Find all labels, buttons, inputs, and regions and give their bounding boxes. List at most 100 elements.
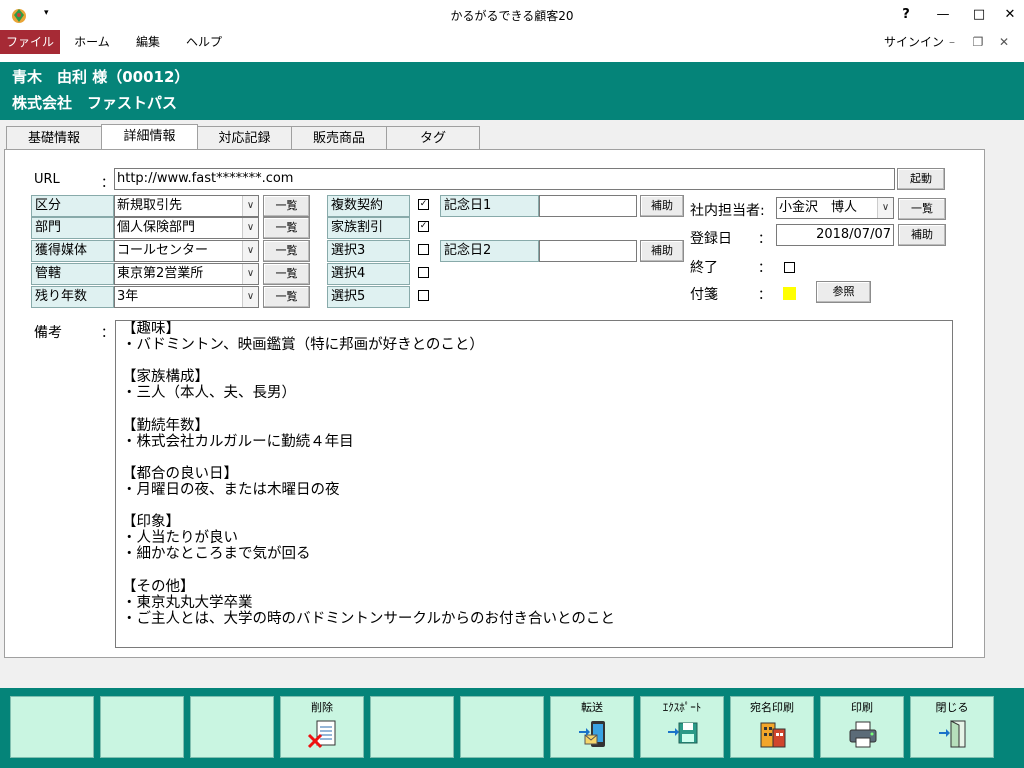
footer-blank-button-3[interactable] — [190, 696, 274, 758]
ribbon-restore-button[interactable]: ❐ — [970, 30, 986, 54]
jurisdiction-list-button[interactable]: 一覧 — [263, 263, 310, 285]
registered-date-label: 登録日 — [690, 231, 732, 247]
address-print-icon — [757, 717, 789, 751]
export-button-label: ｴｸｽﾎﾟｰﾄ — [662, 701, 702, 714]
chevron-down-icon[interactable]: ∨ — [242, 196, 258, 216]
department-list-button[interactable]: 一覧 — [263, 217, 310, 239]
chevron-down-icon[interactable]: ∨ — [242, 287, 258, 307]
url-label: URL — [34, 172, 60, 187]
field-label-channel: 獲得媒体 — [31, 240, 114, 262]
jurisdiction-select[interactable]: 東京第2営業所 ∨ — [114, 263, 259, 285]
help-button[interactable]: ? — [896, 5, 916, 25]
registered-date-helper-button[interactable]: 補助 — [898, 224, 946, 246]
transfer-icon — [577, 717, 609, 751]
chevron-down-icon[interactable]: ∨ — [242, 218, 258, 238]
sticky-color-swatch[interactable] — [783, 287, 796, 300]
staff-value: 小金沢 博人 — [779, 200, 858, 215]
export-icon — [667, 717, 699, 751]
minimize-button[interactable]: — — [933, 5, 953, 25]
tab-tags[interactable]: タグ — [386, 126, 480, 150]
close-button[interactable]: ✕ — [1000, 5, 1020, 25]
option-label-multi-contract: 複数契約 — [327, 195, 410, 217]
staff-select[interactable]: 小金沢 博人 ∨ — [776, 197, 894, 219]
app-title: かるがるできる顧客20 — [450, 9, 574, 23]
signin-link[interactable]: サインイン — [884, 30, 944, 54]
anniversary2-helper-button[interactable]: 補助 — [640, 240, 684, 262]
close-form-button[interactable]: 閉じる — [910, 696, 994, 758]
select3-checkbox[interactable] — [418, 244, 429, 255]
exit-icon — [937, 717, 969, 751]
category-list-button[interactable]: 一覧 — [263, 195, 310, 217]
category-value: 新規取引先 — [117, 198, 183, 213]
remaining-years-select[interactable]: 3年 ∨ — [114, 286, 259, 308]
footer-blank-button-5[interactable] — [370, 696, 454, 758]
anniversary1-label: 記念日1 — [440, 195, 539, 217]
registered-date-colon: ： — [758, 232, 772, 247]
anniversary1-helper-button[interactable]: 補助 — [640, 195, 684, 217]
finished-label: 終了 — [690, 260, 718, 276]
chevron-down-icon[interactable]: ∨ — [242, 241, 258, 261]
maximize-button[interactable]: □ — [969, 5, 989, 25]
footer-blank-button-6[interactable] — [460, 696, 544, 758]
transfer-button[interactable]: 転送 — [550, 696, 634, 758]
delete-button[interactable]: 削除 — [280, 696, 364, 758]
close-form-button-label: 閉じる — [935, 701, 969, 714]
address-print-button[interactable]: 宛名印刷 — [730, 696, 814, 758]
staff-label: 社内担当者: — [690, 203, 765, 219]
tab-records[interactable]: 対応記録 — [197, 126, 292, 150]
launch-button[interactable]: 起動 — [897, 168, 945, 190]
menu-home[interactable]: ホーム — [68, 30, 116, 54]
remaining-years-value: 3年 — [117, 289, 139, 304]
print-button[interactable]: 印刷 — [820, 696, 904, 758]
department-select[interactable]: 個人保険部門 ∨ — [114, 217, 259, 239]
staff-list-button[interactable]: 一覧 — [898, 198, 946, 220]
address-print-button-label: 宛名印刷 — [750, 701, 794, 714]
category-select[interactable]: 新規取引先 ∨ — [114, 195, 259, 217]
select5-checkbox[interactable] — [418, 290, 429, 301]
menu-edit[interactable]: 編集 — [126, 30, 170, 54]
jurisdiction-value: 東京第2営業所 — [117, 266, 204, 281]
remaining-years-list-button[interactable]: 一覧 — [263, 286, 310, 308]
menu-file[interactable]: ファイル — [0, 30, 60, 54]
field-label-jurisdiction: 管轄 — [31, 263, 114, 285]
remarks-textarea[interactable]: 【趣味】 ・バドミントン、映画鑑賞（特に邦画が好きとのこと） 【家族構成】 ・三… — [115, 320, 953, 648]
ribbon-minimize-button[interactable]: – — [944, 30, 960, 54]
select4-checkbox[interactable] — [418, 267, 429, 278]
registered-date-input[interactable]: 2018/07/07 — [776, 224, 894, 246]
anniversary2-input[interactable] — [539, 240, 637, 262]
menu-help[interactable]: ヘルプ — [180, 30, 228, 54]
field-label-category: 区分 — [31, 195, 114, 217]
url-input[interactable]: http://www.fast*******.com — [114, 168, 895, 190]
footer-blank-button-1[interactable] — [10, 696, 94, 758]
anniversary1-input[interactable] — [539, 195, 637, 217]
sticky-colon: ： — [758, 288, 772, 303]
channel-select[interactable]: コールセンター ∨ — [114, 240, 259, 262]
tab-products[interactable]: 販売商品 — [291, 126, 387, 150]
finished-checkbox[interactable] — [784, 262, 795, 273]
delete-button-label: 削除 — [311, 701, 333, 714]
anniversary2-label: 記念日2 — [440, 240, 539, 262]
ribbon-close-button[interactable]: ✕ — [996, 30, 1012, 54]
option-label-select3: 選択3 — [327, 240, 410, 262]
print-button-label: 印刷 — [851, 701, 873, 714]
delete-icon — [307, 717, 339, 751]
family-discount-checkbox[interactable]: ✓ — [418, 221, 429, 232]
customer-name: 青木 由利 様（00012） — [12, 68, 190, 86]
multi-contract-checkbox[interactable]: ✓ — [418, 199, 429, 210]
printer-icon — [847, 717, 879, 751]
tab-basic[interactable]: 基礎情報 — [6, 126, 102, 150]
remarks-label: 備考 — [34, 325, 62, 341]
chevron-down-icon[interactable]: ∨ — [242, 264, 258, 284]
channel-list-button[interactable]: 一覧 — [263, 240, 310, 262]
footer-blank-button-2[interactable] — [100, 696, 184, 758]
chevron-down-icon[interactable]: ∨ — [877, 198, 893, 218]
tab-detail[interactable]: 詳細情報 — [101, 124, 198, 151]
field-label-department: 部門 — [31, 217, 114, 239]
option-label-select4: 選択4 — [327, 263, 410, 285]
customer-company: 株式会社 ファストパス — [12, 94, 178, 112]
export-button[interactable]: ｴｸｽﾎﾟｰﾄ — [640, 696, 724, 758]
option-label-select5: 選択5 — [327, 286, 410, 308]
sticky-browse-button[interactable]: 参照 — [816, 281, 871, 303]
sticky-label: 付箋 — [690, 287, 718, 303]
department-value: 個人保険部門 — [117, 220, 196, 235]
